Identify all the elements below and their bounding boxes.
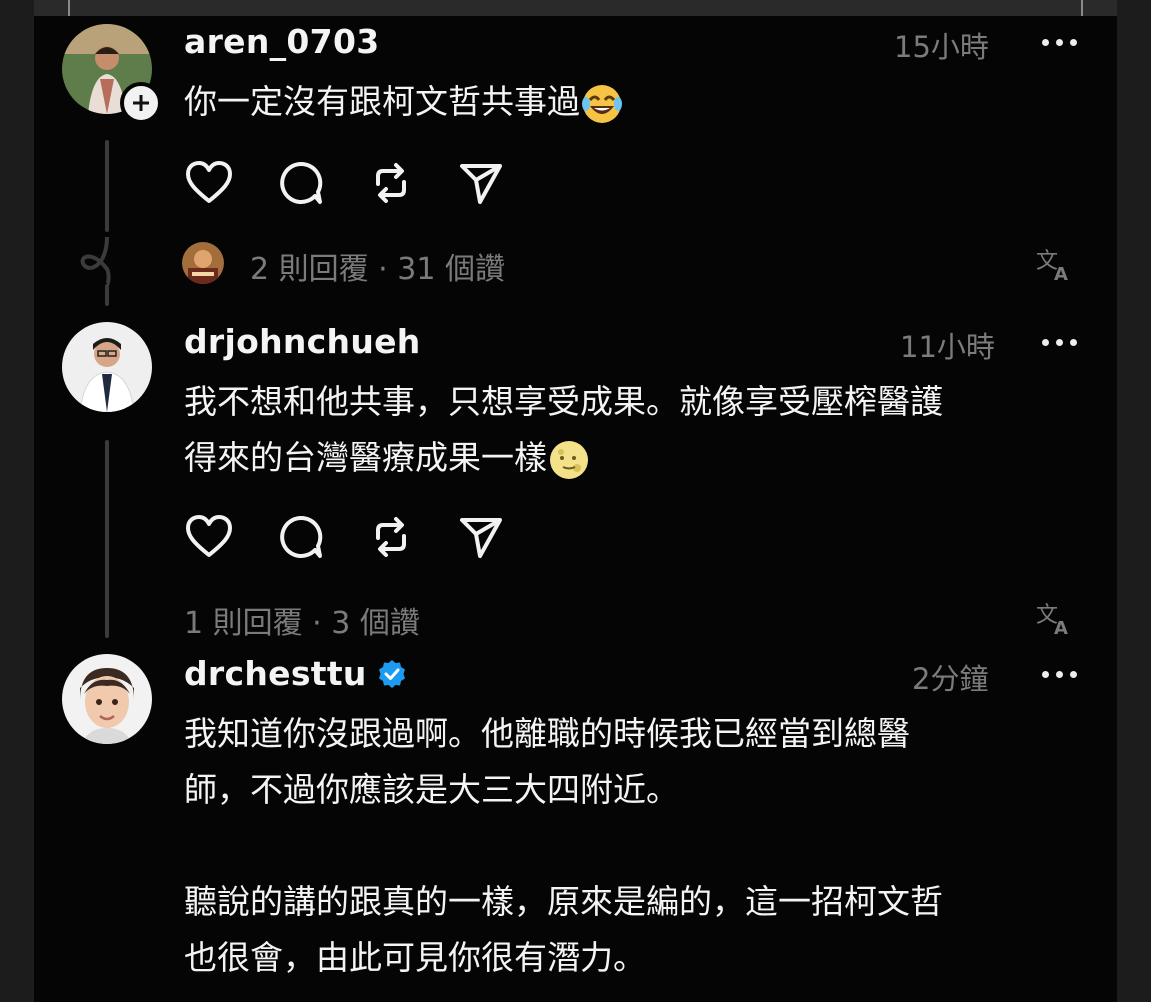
translate-icon[interactable]: 文A: [1034, 598, 1074, 639]
comment-actions: [184, 512, 504, 562]
comment-text: 我不想和他共事，只想享受成果。就像享受壓榨醫護 得來的台灣醫療成果一樣: [184, 374, 1084, 486]
username[interactable]: drjohnchueh: [184, 322, 421, 361]
timestamp: 15小時: [894, 30, 989, 64]
window-frame-left: [0, 0, 34, 1002]
face-with-tears-of-joy-icon: [580, 82, 624, 126]
follow-plus-button[interactable]: [120, 82, 162, 124]
comment-text: 我知道你沒跟過啊。他離職的時候我已經當到總醫 師，不過你應該是大三大四附近。 聽…: [184, 714, 943, 977]
timestamp: 11小時: [900, 330, 995, 364]
top-edge: [34, 0, 1117, 16]
username[interactable]: aren_0703: [184, 22, 379, 61]
repost-icon[interactable]: [366, 158, 416, 208]
svg-text:A: A: [1054, 264, 1068, 284]
thread-line: [105, 440, 109, 638]
share-icon[interactable]: [456, 158, 506, 208]
comment-text: 你一定沒有跟柯文哲共事過: [184, 74, 1084, 130]
replies-likes-count[interactable]: 2 則回覆 · 31 個讚: [250, 244, 505, 288]
heart-icon[interactable]: [184, 158, 234, 208]
full-moon-face-icon: [547, 438, 591, 482]
more-options-icon[interactable]: [1040, 668, 1080, 680]
window-frame-right: [1117, 0, 1151, 1002]
comments-feed[interactable]: aren_0703 15小時 你一定沒有跟柯文哲共事過 2 則回覆 · 31 個…: [34, 0, 1117, 1002]
translate-icon[interactable]: 文A: [1034, 244, 1074, 285]
reply-avatar: [182, 242, 224, 284]
share-icon[interactable]: [456, 512, 506, 562]
svg-text:A: A: [1054, 618, 1068, 638]
username[interactable]: drchesttu: [184, 654, 407, 693]
avatar[interactable]: [62, 322, 152, 412]
avatar[interactable]: [62, 654, 152, 744]
heart-icon[interactable]: [184, 512, 234, 562]
timestamp: 2分鐘: [912, 662, 989, 696]
verified-badge-icon: [377, 658, 407, 688]
comment-actions: [184, 158, 504, 208]
more-options-icon[interactable]: [1040, 336, 1080, 348]
repost-icon[interactable]: [366, 512, 416, 562]
comment-icon[interactable]: [276, 512, 326, 562]
replies-likes-count[interactable]: 1 則回覆 · 3 個讚: [184, 598, 420, 642]
thread-line: [105, 140, 109, 232]
comment-icon[interactable]: [276, 158, 326, 208]
thread-loop-icon: [80, 236, 111, 287]
more-options-icon[interactable]: [1040, 36, 1080, 48]
